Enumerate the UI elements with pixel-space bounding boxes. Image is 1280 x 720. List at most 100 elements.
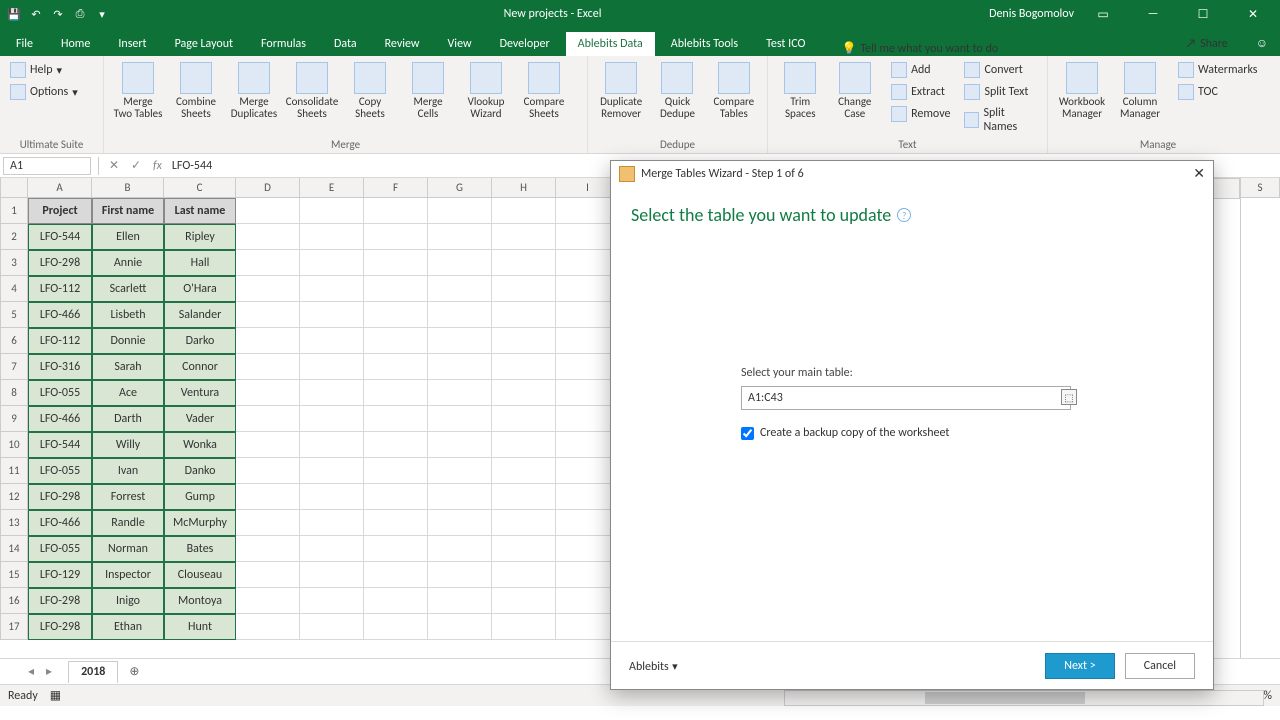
cell[interactable]: Norman bbox=[92, 536, 164, 562]
ribbon-button[interactable]: Compare Tables bbox=[707, 60, 761, 120]
tab-data[interactable]: Data bbox=[322, 32, 369, 56]
cell[interactable]: Ace bbox=[92, 380, 164, 406]
tell-me-search[interactable]: 💡 Tell me what you want to do bbox=[841, 41, 998, 56]
cell[interactable]: LFO-112 bbox=[28, 276, 92, 302]
cell[interactable]: Ellen bbox=[92, 224, 164, 250]
cell[interactable] bbox=[364, 302, 428, 328]
cell[interactable] bbox=[492, 614, 556, 640]
row-header[interactable]: 8 bbox=[0, 380, 28, 406]
cell[interactable] bbox=[492, 458, 556, 484]
cell[interactable] bbox=[364, 354, 428, 380]
cell[interactable]: LFO-055 bbox=[28, 458, 92, 484]
cell[interactable] bbox=[492, 302, 556, 328]
macro-icon[interactable]: ▦ bbox=[50, 688, 61, 703]
trim-spaces-button[interactable]: Trim Spaces bbox=[774, 60, 827, 120]
cell[interactable] bbox=[300, 432, 364, 458]
ribbon-button[interactable]: Copy Sheets bbox=[342, 60, 398, 120]
cell[interactable]: Hall bbox=[164, 250, 236, 276]
row-header[interactable]: 3 bbox=[0, 250, 28, 276]
cell[interactable] bbox=[428, 328, 492, 354]
cell[interactable] bbox=[300, 250, 364, 276]
row-header[interactable]: 17 bbox=[0, 614, 28, 640]
cell[interactable] bbox=[428, 302, 492, 328]
cell[interactable] bbox=[364, 224, 428, 250]
help-icon[interactable]: ? bbox=[897, 208, 911, 222]
row-header[interactable]: 16 bbox=[0, 588, 28, 614]
row-header[interactable]: 14 bbox=[0, 536, 28, 562]
row-header[interactable]: 15 bbox=[0, 562, 28, 588]
cell[interactable] bbox=[236, 328, 300, 354]
cell[interactable]: Salander bbox=[164, 302, 236, 328]
maximize-icon[interactable]: ☐ bbox=[1182, 7, 1224, 22]
cell[interactable] bbox=[492, 198, 556, 224]
cell[interactable] bbox=[492, 510, 556, 536]
cell[interactable] bbox=[428, 588, 492, 614]
cell[interactable] bbox=[364, 406, 428, 432]
cell[interactable]: LFO-298 bbox=[28, 588, 92, 614]
cell[interactable] bbox=[492, 588, 556, 614]
cell[interactable]: Randle bbox=[92, 510, 164, 536]
cell[interactable]: O'Hara bbox=[164, 276, 236, 302]
user-name[interactable]: Denis Bogomolov bbox=[989, 7, 1074, 21]
cell[interactable] bbox=[428, 406, 492, 432]
watermarks-button[interactable]: Watermarks bbox=[1174, 60, 1262, 80]
ribbon-button[interactable]: Duplicate Remover bbox=[594, 60, 648, 120]
ribbon-button[interactable]: Merge Duplicates bbox=[226, 60, 282, 120]
column-header[interactable]: B bbox=[92, 178, 164, 198]
cell[interactable]: McMurphy bbox=[164, 510, 236, 536]
minimize-icon[interactable]: — bbox=[1132, 7, 1174, 21]
cell[interactable] bbox=[428, 380, 492, 406]
save-icon[interactable]: 💾 bbox=[6, 6, 22, 22]
cell[interactable]: Ivan bbox=[92, 458, 164, 484]
tab-formulas[interactable]: Formulas bbox=[249, 32, 318, 56]
row-header[interactable]: 1 bbox=[0, 198, 28, 224]
row-header[interactable]: 2 bbox=[0, 224, 28, 250]
cell[interactable] bbox=[492, 432, 556, 458]
range-picker-icon[interactable]: ⬚ bbox=[1061, 389, 1077, 405]
cell[interactable] bbox=[428, 510, 492, 536]
cell[interactable] bbox=[428, 536, 492, 562]
cell[interactable]: Danko bbox=[164, 458, 236, 484]
split-text-button[interactable]: Split Text bbox=[960, 82, 1041, 102]
column-header-s[interactable]: S bbox=[1241, 178, 1280, 198]
cell[interactable]: Connor bbox=[164, 354, 236, 380]
new-sheet-icon[interactable]: ⊕ bbox=[122, 661, 146, 683]
cell[interactable] bbox=[364, 458, 428, 484]
cell[interactable]: LFO-129 bbox=[28, 562, 92, 588]
backup-checkbox-input[interactable] bbox=[741, 427, 754, 440]
cell[interactable] bbox=[364, 588, 428, 614]
cell[interactable]: Ethan bbox=[92, 614, 164, 640]
column-header[interactable]: E bbox=[300, 178, 364, 198]
backup-checkbox[interactable]: Create a backup copy of the worksheet bbox=[741, 426, 1081, 440]
cell[interactable] bbox=[428, 562, 492, 588]
options-button[interactable]: Options ▾ bbox=[6, 82, 82, 102]
cell[interactable] bbox=[236, 250, 300, 276]
tab-home[interactable]: Home bbox=[49, 32, 102, 56]
cell[interactable] bbox=[364, 562, 428, 588]
tab-view[interactable]: View bbox=[436, 32, 484, 56]
cancel-formula-icon[interactable]: ✕ bbox=[103, 158, 125, 173]
cell[interactable]: Scarlett bbox=[92, 276, 164, 302]
select-all[interactable] bbox=[0, 178, 28, 198]
column-header[interactable]: F bbox=[364, 178, 428, 198]
cell[interactable] bbox=[364, 198, 428, 224]
cell[interactable] bbox=[236, 588, 300, 614]
change-case-button[interactable]: Change Case bbox=[829, 60, 882, 120]
cell[interactable]: LFO-466 bbox=[28, 510, 92, 536]
horizontal-scrollbar[interactable] bbox=[784, 690, 1264, 706]
cell[interactable] bbox=[300, 354, 364, 380]
column-header[interactable]: A bbox=[28, 178, 92, 198]
cell[interactable] bbox=[428, 250, 492, 276]
cell[interactable] bbox=[492, 328, 556, 354]
cell[interactable] bbox=[236, 510, 300, 536]
cell[interactable] bbox=[492, 224, 556, 250]
cell[interactable] bbox=[492, 484, 556, 510]
row-header[interactable]: 13 bbox=[0, 510, 28, 536]
cell[interactable] bbox=[428, 458, 492, 484]
cell[interactable] bbox=[364, 484, 428, 510]
cell[interactable] bbox=[300, 198, 364, 224]
cell[interactable] bbox=[428, 432, 492, 458]
column-header[interactable]: C bbox=[164, 178, 236, 198]
tab-insert[interactable]: Insert bbox=[106, 32, 158, 56]
cell[interactable]: LFO-298 bbox=[28, 484, 92, 510]
